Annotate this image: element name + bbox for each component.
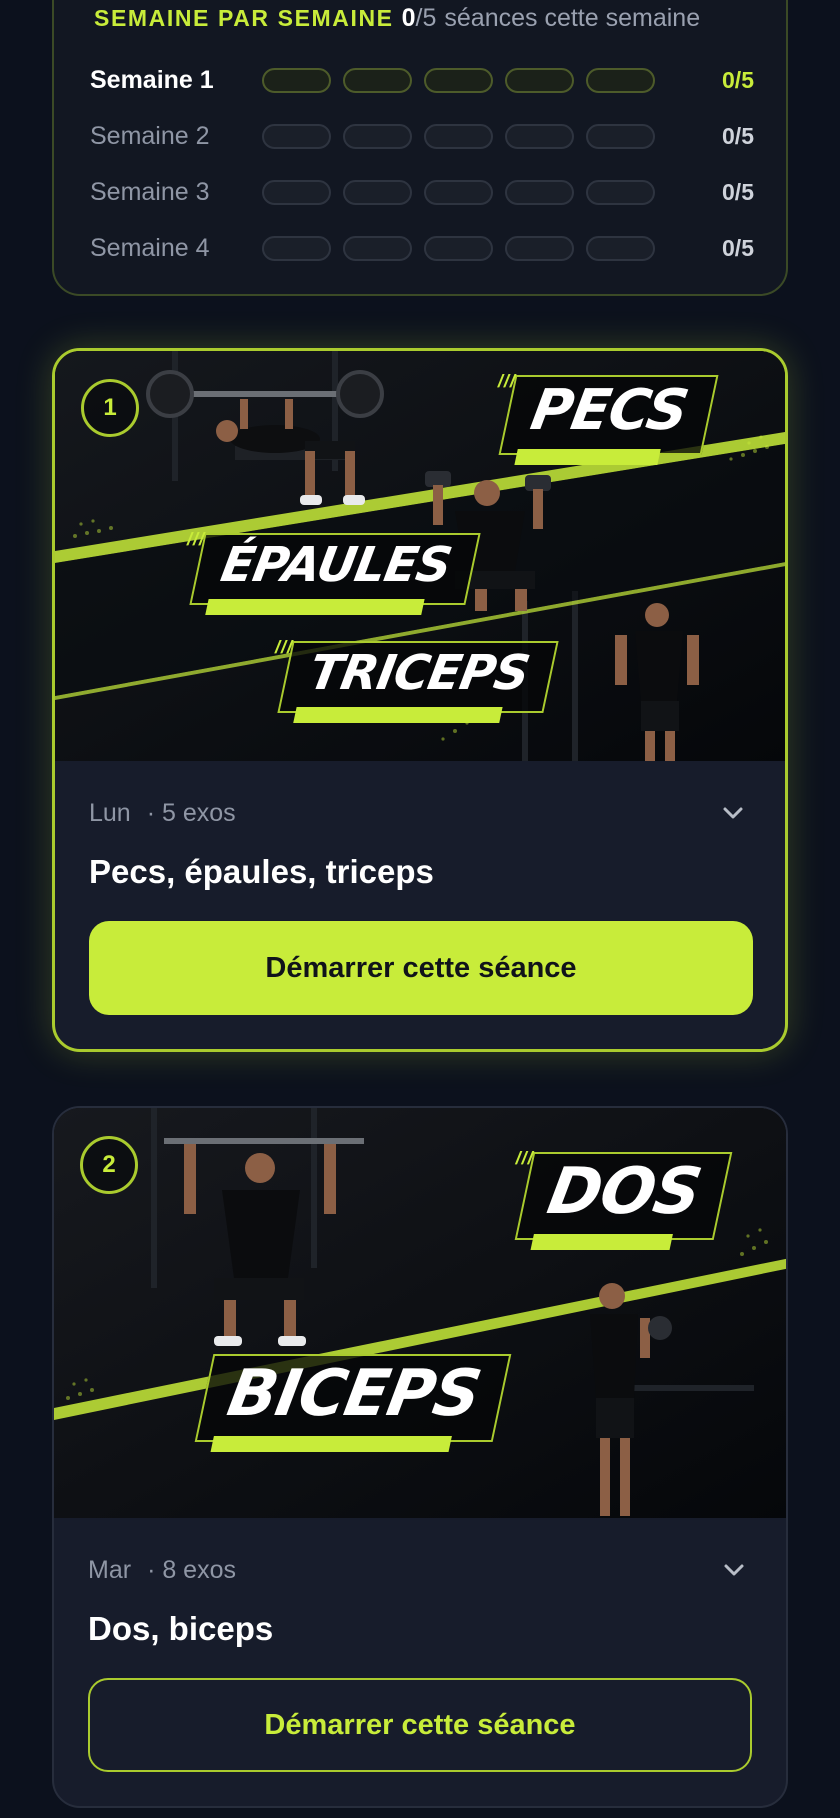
- start-session-button[interactable]: Démarrer cette séance: [88, 1678, 752, 1772]
- session-title: Pecs, épaules, triceps: [89, 853, 434, 890]
- session-pill: [586, 67, 655, 93]
- session-pill: [424, 67, 493, 93]
- session-exercise-count: · 8 exos: [147, 1555, 236, 1584]
- week-score: 0/5: [722, 66, 754, 93]
- session-pill: [505, 179, 574, 205]
- week-row-3: Semaine 3 0/5: [90, 172, 754, 212]
- session-card-2[interactable]: 2 /// DOS BICEPS Mar · 8 exos Dos, bicep…: [52, 1106, 788, 1808]
- banner-tag-text: ÉPAULES: [216, 537, 456, 593]
- session-pill: [262, 179, 331, 205]
- weekly-progress-header: SEMAINE PAR SEMAINE 0/5 séances cette se…: [94, 4, 700, 34]
- week-progress-pills: [262, 179, 655, 205]
- chevron-down-icon[interactable]: [719, 799, 747, 827]
- sessions-total-count: /5: [415, 4, 437, 32]
- session-pill: [505, 67, 574, 93]
- tag-accent-icon: ///: [185, 529, 208, 549]
- session-pill: [505, 235, 574, 261]
- session-pill: [586, 123, 655, 149]
- weekly-progress-count: 0/5: [402, 4, 437, 33]
- weekly-progress-title: SEMAINE PAR SEMAINE: [94, 5, 394, 31]
- tag-underline: [514, 449, 661, 465]
- week-row-4: Semaine 4 0/5: [90, 228, 754, 268]
- session-pill: [424, 235, 493, 261]
- banner-tag-pecs: /// PECS: [496, 371, 719, 465]
- week-progress-pills: [262, 123, 655, 149]
- session-pill: [343, 235, 412, 261]
- session-banner-image: 2 /// DOS BICEPS: [54, 1108, 786, 1518]
- week-row-2: Semaine 2 0/5: [90, 116, 754, 156]
- banner-tag-text: DOS: [542, 1155, 707, 1229]
- session-pill: [343, 123, 412, 149]
- session-number-badge: 1: [81, 379, 139, 437]
- start-session-button[interactable]: Démarrer cette séance: [89, 921, 753, 1015]
- tag-accent-icon: ///: [273, 637, 296, 657]
- sessions-done-count: 0: [401, 4, 416, 32]
- session-card-body: Mar · 8 exos Dos, biceps Démarrer cette …: [54, 1518, 786, 1806]
- banner-tag-dos: /// DOS: [514, 1148, 732, 1250]
- tag-underline: [210, 1436, 453, 1452]
- week-progress-pills: [262, 67, 655, 93]
- week-progress-pills: [262, 235, 655, 261]
- session-pill: [262, 67, 331, 93]
- session-title: Dos, biceps: [88, 1610, 274, 1647]
- lat-pulldown-figure: [164, 1118, 364, 1353]
- session-day: Mar: [88, 1555, 132, 1584]
- banner-tag-text: TRICEPS: [304, 645, 534, 701]
- weekly-progress-card: SEMAINE PAR SEMAINE 0/5 séances cette se…: [52, 0, 788, 296]
- session-card-body: Lun · 5 exos Pecs, épaules, triceps Déma…: [55, 761, 785, 1049]
- tag-accent-icon: ///: [513, 1148, 537, 1168]
- session-meta: Mar · 8 exos: [88, 1552, 752, 1588]
- session-number-badge: 2: [80, 1136, 138, 1194]
- session-pill: [586, 235, 655, 261]
- session-banner-image: 1 /// PECS /// ÉPAULES /// TRICEPS: [55, 351, 785, 761]
- banner-tag-triceps: /// TRICEPS: [273, 637, 559, 723]
- chevron-down-icon[interactable]: [720, 1556, 748, 1584]
- week-score: 0/5: [722, 178, 754, 205]
- week-row-1: Semaine 1 0/5: [90, 60, 754, 100]
- week-label: Semaine 4: [90, 233, 210, 262]
- session-pill: [424, 179, 493, 205]
- tag-accent-icon: ///: [496, 371, 519, 391]
- session-pill: [262, 235, 331, 261]
- banner-tag-text: PECS: [526, 378, 693, 443]
- tag-underline: [293, 707, 503, 723]
- session-pill: [262, 123, 331, 149]
- week-score: 0/5: [722, 122, 754, 149]
- session-pill: [343, 67, 412, 93]
- week-label: Semaine 1: [90, 65, 214, 94]
- session-pill: [424, 123, 493, 149]
- bench-press-figure: [145, 351, 385, 526]
- session-exercise-count: · 5 exos: [146, 798, 236, 827]
- session-day: Lun: [89, 798, 131, 827]
- weekly-progress-suffix: séances cette semaine: [444, 4, 701, 32]
- triceps-pushdown-figure: [595, 601, 735, 761]
- session-meta: Lun · 5 exos: [89, 795, 751, 831]
- session-pill: [586, 179, 655, 205]
- biceps-curl-figure: [562, 1278, 682, 1518]
- banner-tag-text: BICEPS: [222, 1357, 486, 1431]
- session-pill: [505, 123, 574, 149]
- week-label: Semaine 2: [90, 121, 210, 150]
- week-score: 0/5: [722, 234, 754, 261]
- banner-tag-epaules: /// ÉPAULES: [185, 529, 482, 615]
- banner-tag-biceps: BICEPS: [194, 1354, 512, 1452]
- session-pill: [343, 179, 412, 205]
- session-card-1[interactable]: 1 /// PECS /// ÉPAULES /// TRICEPS Lun ·…: [52, 348, 788, 1052]
- tag-underline: [530, 1234, 673, 1250]
- tag-underline: [205, 599, 426, 615]
- week-label: Semaine 3: [90, 177, 210, 206]
